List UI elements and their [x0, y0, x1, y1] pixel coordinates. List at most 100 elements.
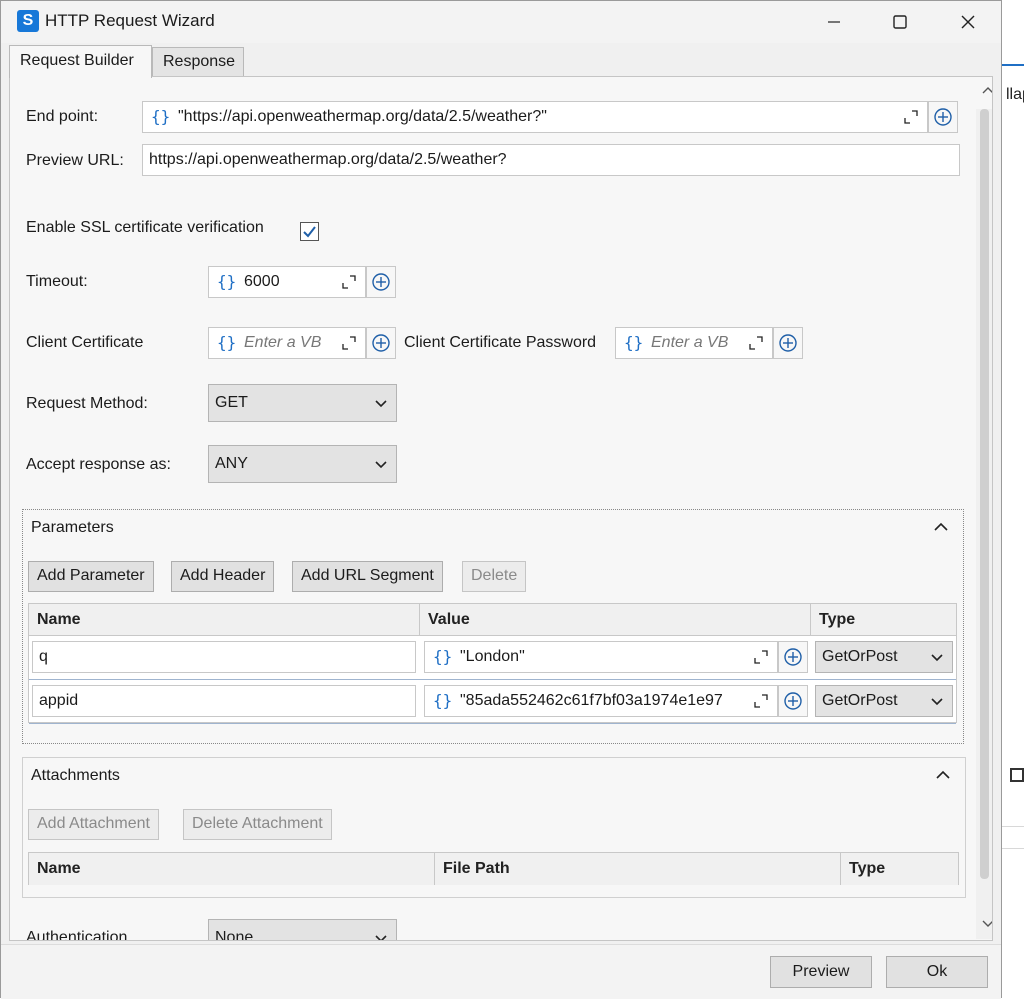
expression-icon: {}: [433, 647, 453, 666]
vertical-scrollbar[interactable]: [976, 109, 992, 939]
expression-icon: {}: [433, 691, 453, 710]
timeout-input[interactable]: {} 6000: [208, 266, 366, 298]
endpoint-add-button[interactable]: [928, 101, 958, 133]
client-certificate-password-label: Client Certificate Password: [404, 334, 597, 351]
parameter-value-input[interactable]: {} "London": [424, 641, 778, 673]
add-parameter-button[interactable]: Add Parameter: [28, 561, 154, 592]
plus-circle-icon: [372, 273, 390, 291]
tab-response[interactable]: Response: [152, 47, 244, 76]
parameter-type-select[interactable]: GetOrPost: [815, 685, 953, 717]
endpoint-value: "https://api.openweathermap.org/data/2.5…: [178, 108, 547, 125]
request-builder-panel: End point: {} "https://api.openweatherma…: [9, 76, 993, 941]
table-row: q {} "London" GetOrPost: [29, 636, 956, 680]
parameter-name-input[interactable]: q: [32, 641, 416, 673]
http-request-wizard-window: S HTTP Request Wizard Request Builder Re…: [0, 0, 1002, 999]
attachments-grid: Name File Path Type: [28, 852, 959, 885]
background-divider: [1000, 848, 1024, 849]
tab-request-builder[interactable]: Request Builder: [9, 45, 152, 78]
accept-response-select[interactable]: ANY: [208, 445, 397, 483]
parameter-type-select[interactable]: GetOrPost: [815, 641, 953, 673]
authentication-select[interactable]: None: [208, 919, 397, 940]
add-url-segment-button[interactable]: Add URL Segment: [292, 561, 443, 592]
column-header-file-path[interactable]: File Path: [435, 853, 841, 885]
expression-icon: {}: [217, 333, 237, 352]
background-resize-icon: [1010, 768, 1024, 782]
add-attachment-button[interactable]: Add Attachment: [28, 809, 159, 840]
app-icon: S: [17, 10, 39, 32]
column-header-type[interactable]: Type: [841, 853, 958, 885]
preview-button[interactable]: Preview: [770, 956, 872, 988]
checkmark-icon: [303, 226, 316, 238]
preview-url-field[interactable]: https://api.openweathermap.org/data/2.5/…: [142, 144, 960, 176]
expand-editor-icon[interactable]: [753, 693, 769, 709]
ssl-verification-checkbox[interactable]: [300, 222, 319, 241]
parameter-value-input[interactable]: {} "85ada552462c61f7bf03a1974e1e97: [424, 685, 778, 717]
chevron-down-icon: [375, 400, 387, 408]
client-certificate-add-button[interactable]: [366, 327, 396, 359]
parameter-value: "85ada552462c61f7bf03a1974e1e97: [460, 692, 723, 709]
expand-editor-icon[interactable]: [341, 274, 357, 290]
endpoint-label: End point:: [26, 108, 99, 125]
endpoint-input[interactable]: {} "https://api.openweathermap.org/data/…: [142, 101, 928, 133]
column-header-name[interactable]: Name: [29, 853, 435, 885]
minimize-button[interactable]: [811, 5, 857, 39]
timeout-add-button[interactable]: [366, 266, 396, 298]
client-certificate-label: Client Certificate: [26, 334, 144, 351]
plus-circle-icon: [784, 692, 802, 710]
plus-circle-icon: [784, 648, 802, 666]
parameters-grid: Name Value Type q {} "London" GetOrPost …: [28, 603, 957, 724]
timeout-label: Timeout:: [26, 273, 88, 290]
dialog-footer: Preview Ok: [1, 944, 1001, 999]
column-header-name[interactable]: Name: [29, 604, 420, 636]
plus-circle-icon: [779, 334, 797, 352]
accept-response-label: Accept response as:: [26, 456, 171, 473]
parameters-header[interactable]: Parameters: [31, 519, 114, 537]
expand-editor-icon[interactable]: [753, 649, 769, 665]
parameter-type-value: GetOrPost: [822, 692, 898, 709]
scroll-up-icon[interactable]: [982, 85, 993, 95]
scroll-down-icon[interactable]: [982, 919, 993, 929]
maximize-button[interactable]: [877, 5, 923, 39]
plus-circle-icon: [372, 334, 390, 352]
request-method-select[interactable]: GET: [208, 384, 397, 422]
client-certificate-password-add-button[interactable]: [773, 327, 803, 359]
expression-icon: {}: [151, 107, 171, 126]
chevron-up-icon[interactable]: [933, 520, 949, 534]
background-app: llap: [1000, 0, 1024, 998]
close-button[interactable]: [945, 5, 991, 39]
expression-icon: {}: [624, 333, 644, 352]
expand-editor-icon[interactable]: [341, 335, 357, 351]
client-certificate-password-input[interactable]: {} Enter a VB: [615, 327, 773, 359]
attachments-grid-header: Name File Path Type: [29, 853, 958, 885]
chevron-up-icon[interactable]: [935, 768, 951, 782]
column-header-type[interactable]: Type: [811, 604, 956, 636]
close-icon: [961, 15, 975, 29]
parameter-name-input[interactable]: appid: [32, 685, 416, 717]
table-row: appid {} "85ada552462c61f7bf03a1974e1e97…: [29, 680, 956, 724]
parameter-type-value: GetOrPost: [822, 648, 898, 665]
plus-circle-icon: [934, 108, 952, 126]
chevron-down-icon: [375, 461, 387, 469]
client-certificate-input[interactable]: {} Enter a VB: [208, 327, 366, 359]
expand-editor-icon[interactable]: [748, 335, 764, 351]
parameter-value-add-button[interactable]: [778, 685, 808, 717]
ok-button[interactable]: Ok: [886, 956, 988, 988]
column-header-value[interactable]: Value: [420, 604, 811, 636]
background-accent-line: [1000, 64, 1024, 66]
chevron-down-icon: [931, 654, 943, 662]
scrollbar-thumb[interactable]: [980, 109, 989, 879]
delete-parameter-button[interactable]: Delete: [462, 561, 527, 592]
parameter-value-add-button[interactable]: [778, 641, 808, 673]
expand-editor-icon[interactable]: [903, 109, 919, 125]
request-method-label: Request Method:: [26, 395, 148, 412]
add-header-button[interactable]: Add Header: [171, 561, 275, 592]
authentication-label: Authentication: [26, 929, 128, 941]
client-certificate-placeholder: Enter a VB: [244, 334, 322, 351]
parameter-value: "London": [460, 648, 525, 665]
chevron-down-icon: [375, 935, 387, 940]
attachments-header[interactable]: Attachments: [31, 767, 120, 785]
preview-url-label: Preview URL:: [26, 152, 124, 169]
title-bar[interactable]: S HTTP Request Wizard: [1, 1, 1001, 43]
request-method-value: GET: [215, 394, 248, 411]
delete-attachment-button[interactable]: Delete Attachment: [183, 809, 332, 840]
